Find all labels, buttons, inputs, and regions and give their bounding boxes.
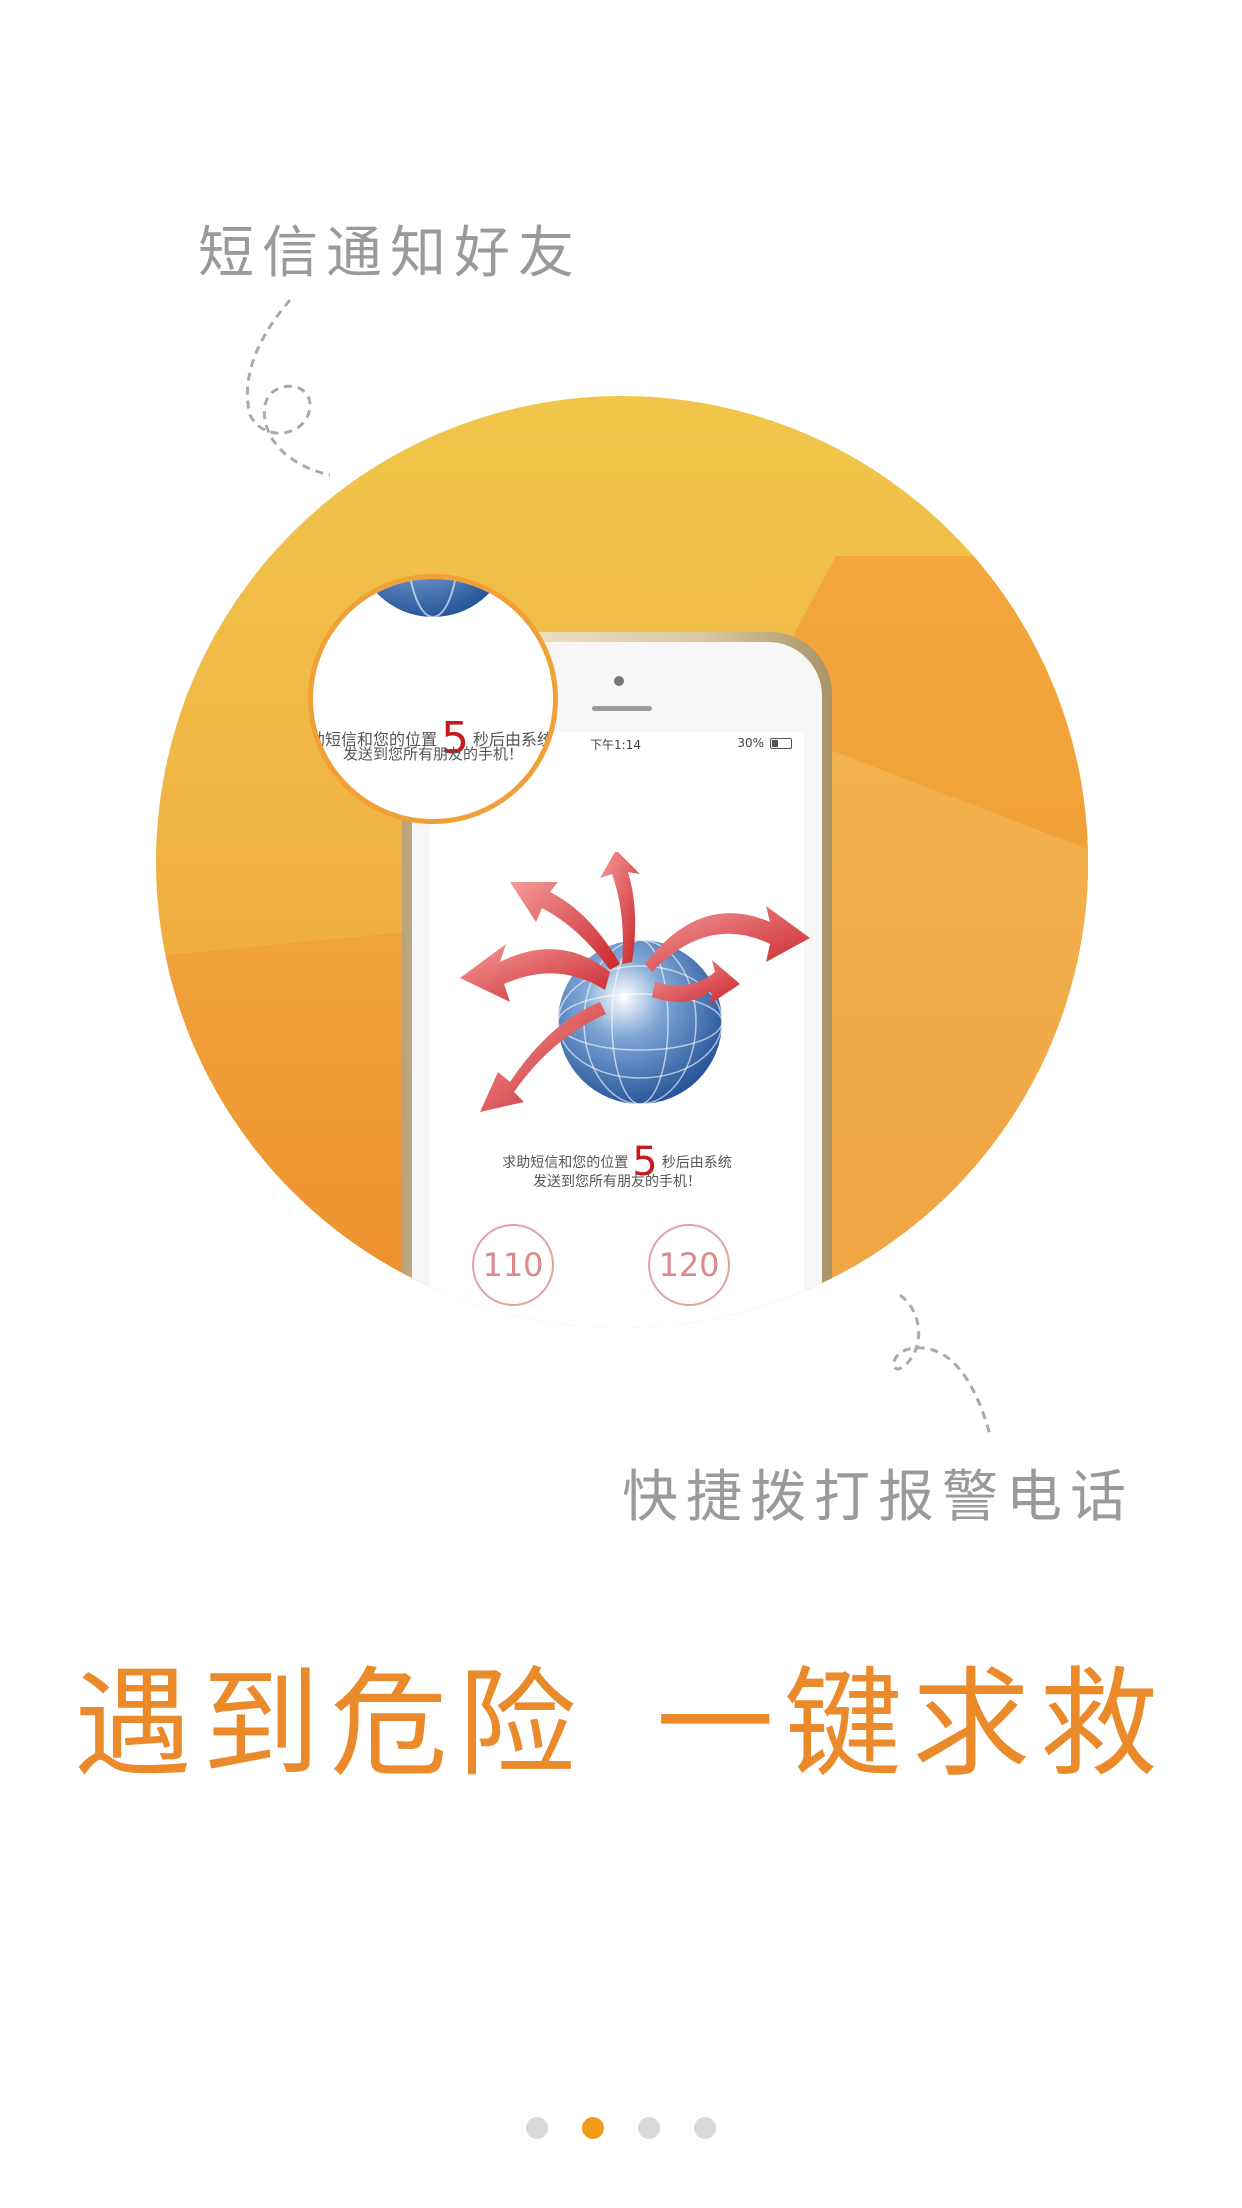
page-dot[interactable] xyxy=(526,2117,548,2139)
phone-speaker xyxy=(592,706,652,711)
caption-sms-notify: 短信通知好友 xyxy=(198,221,582,286)
phone-camera xyxy=(614,676,624,686)
globe-arrows-icon xyxy=(460,852,810,1112)
page-dot-active[interactable] xyxy=(582,2117,604,2139)
sos-message-line2: 发送到您所有朋友的手机！ xyxy=(533,1174,701,1190)
dashed-loop-decoration xyxy=(245,299,331,477)
page-indicator xyxy=(0,2117,1242,2139)
call-120-button[interactable]: 120 xyxy=(648,1224,730,1306)
headline-left: 遇到危险 xyxy=(73,1655,586,1793)
page-dot[interactable] xyxy=(694,2117,716,2139)
sos-message-line1: 求助短信和您的位置 5 秒后由系统 xyxy=(430,1142,804,1182)
magnifier-lens: 求助短信和您的位置5秒后由系统 发送到您所有朋友的手机！ xyxy=(308,574,558,824)
call-110-button[interactable]: 110 xyxy=(472,1224,554,1306)
caption-quick-call-police: 快捷拨打报警电话 xyxy=(622,1465,1134,1530)
status-time: 下午1:14 xyxy=(590,738,641,752)
sos-message-suffix: 秒后由系统 xyxy=(661,1155,732,1171)
headline: 遇到危险 一键求救 xyxy=(0,1628,1242,1799)
hero-circle: 下午1:14 30% 求助短信和您的位置 5 秒后由系统 发送到您所有朋友的手机… xyxy=(156,396,1088,1328)
page-dot[interactable] xyxy=(638,2117,660,2139)
headline-right: 一键求救 xyxy=(656,1655,1169,1793)
battery-icon xyxy=(770,738,792,749)
dashed-loop-decoration xyxy=(892,1293,992,1436)
status-battery-text: 30% xyxy=(737,736,764,750)
magnified-message-line2: 发送到您所有朋友的手机！ xyxy=(342,745,523,763)
phone-screen: 下午1:14 30% 求助短信和您的位置 5 秒后由系统 发送到您所有朋友的手机… xyxy=(430,732,810,1328)
sos-message-prefix: 求助短信和您的位置 xyxy=(502,1155,629,1171)
globe-icon xyxy=(366,579,500,618)
